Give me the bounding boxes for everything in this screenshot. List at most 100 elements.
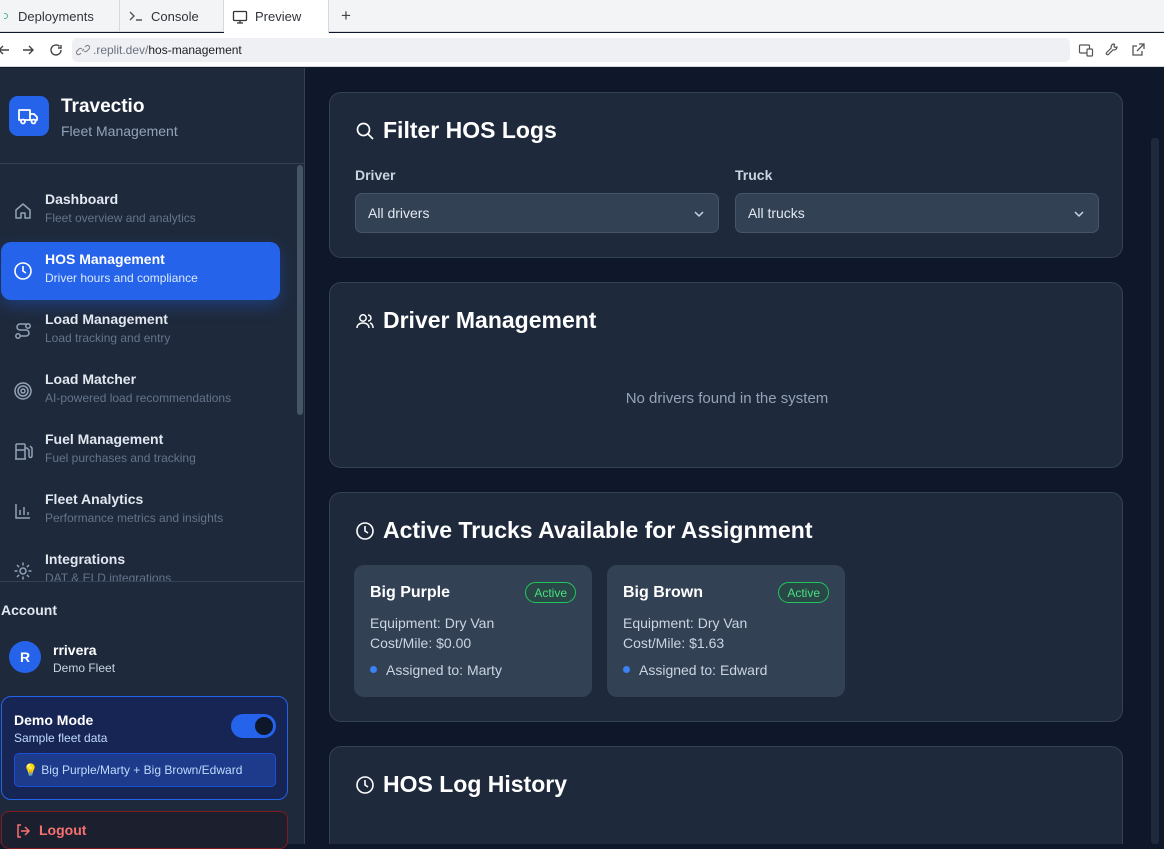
tab-deployments[interactable]: Deployments — [0, 0, 120, 32]
history-card-title: HOS Log History — [355, 771, 567, 798]
sidebar-item-load-management[interactable]: Load Management Load tracking and entry — [1, 302, 280, 360]
truck-name: Big Brown — [623, 584, 703, 601]
logout-button[interactable]: Logout — [1, 811, 288, 849]
tab-label: Console — [151, 8, 199, 24]
monitor-icon — [232, 9, 248, 25]
bar-chart-icon — [13, 501, 33, 521]
filter-card-title: Filter HOS Logs — [355, 117, 557, 144]
truck-select-value: All trucks — [748, 205, 805, 221]
arrow-right-icon — [23, 45, 34, 55]
sidebar-item-title: HOS Management — [45, 251, 165, 267]
external-link-icon — [1132, 43, 1145, 56]
reload-icon — [50, 44, 62, 56]
tab-label: Deployments — [18, 8, 94, 24]
trucks-title-text: Active Trucks Available for Assignment — [383, 517, 813, 543]
sidebar-item-dashboard[interactable]: Dashboard Fleet overview and analytics — [1, 182, 280, 240]
truck-card[interactable]: Big Purple Active Equipment: Dry Van Cos… — [354, 565, 592, 697]
sidebar-item-subtitle: DAT & ELD integrations — [45, 571, 172, 581]
driver-title-text: Driver Management — [383, 307, 597, 333]
avatar: R — [9, 641, 41, 673]
arrow-left-icon — [0, 45, 9, 55]
demo-mode-note: 💡 Big Purple/Marty + Big Brown/Edward — [14, 753, 276, 787]
clock-icon — [13, 261, 33, 281]
sidebar-scrollbar[interactable] — [297, 165, 303, 415]
deploy-icon — [4, 8, 12, 24]
sidebar-item-subtitle: Load tracking and entry — [45, 331, 171, 345]
address-bar: .replit.dev/hos-management — [0, 33, 1164, 67]
filter-hos-logs-card: Filter HOS Logs Driver All drivers Truck… — [329, 92, 1123, 258]
url-path: hos-management — [148, 43, 242, 57]
devices-icon — [1078, 44, 1094, 57]
driver-select[interactable]: All drivers — [355, 193, 719, 233]
devices-button[interactable] — [1077, 41, 1095, 59]
driver-card-title: Driver Management — [355, 307, 596, 334]
app-root: Travectio Fleet Management Dashboard Fle… — [0, 68, 1164, 849]
new-tab-button[interactable]: + — [336, 0, 356, 32]
filter-title-text: Filter HOS Logs — [383, 117, 557, 143]
tab-preview[interactable]: Preview — [224, 0, 329, 33]
chevron-down-icon — [694, 211, 704, 218]
logout-icon — [14, 822, 32, 840]
brand-header: Travectio Fleet Management — [0, 68, 304, 164]
demo-mode-panel: Demo Mode Sample fleet data 💡 Big Purple… — [1, 696, 288, 800]
back-button[interactable] — [0, 40, 14, 60]
sidebar-item-subtitle: Fuel purchases and tracking — [45, 451, 196, 465]
chevron-down-icon — [1074, 211, 1084, 218]
sidebar-item-fleet-analytics[interactable]: Fleet Analytics Performance metrics and … — [1, 482, 280, 540]
main-scrollbar[interactable] — [1151, 138, 1159, 844]
browser-tab-bar: Deployments Console Preview + — [0, 0, 1164, 33]
toggle-knob — [255, 717, 273, 735]
user-fleet: Demo Fleet — [53, 661, 116, 675]
status-badge: Active — [778, 582, 829, 603]
terminal-icon — [128, 8, 144, 24]
status-badge: Active — [525, 582, 576, 603]
assignment-dot — [623, 666, 630, 673]
sidebar-item-title: Fleet Analytics — [45, 491, 144, 507]
assignment-dot — [370, 666, 377, 673]
devtools-button[interactable] — [1103, 41, 1121, 59]
main-content: Filter HOS Logs Driver All drivers Truck… — [305, 68, 1164, 844]
truck-card[interactable]: Big Brown Active Equipment: Dry Van Cost… — [607, 565, 845, 697]
account-label: Account — [1, 602, 57, 618]
brand-name: Travectio — [61, 96, 145, 117]
target-icon — [13, 381, 33, 401]
sidebar-item-fuel-management[interactable]: Fuel Management Fuel purchases and track… — [1, 422, 280, 480]
sidebar-item-subtitle: Performance metrics and insights — [45, 511, 224, 525]
forward-button[interactable] — [18, 40, 38, 60]
sidebar: Travectio Fleet Management Dashboard Fle… — [0, 68, 305, 849]
sidebar-item-load-matcher[interactable]: Load Matcher AI-powered load recommendat… — [1, 362, 280, 420]
account-section: Account R rrivera Demo Fleet Demo Mode S… — [0, 581, 304, 849]
sidebar-nav: Dashboard Fleet overview and analytics H… — [0, 165, 304, 581]
sidebar-item-integrations[interactable]: Integrations DAT & ELD integrations — [1, 542, 280, 581]
url-field[interactable]: .replit.dev/hos-management — [72, 38, 1070, 62]
demo-mode-title: Demo Mode — [14, 712, 94, 728]
home-icon — [13, 201, 33, 221]
open-external-button[interactable] — [1129, 41, 1147, 59]
gear-icon — [13, 561, 33, 581]
sidebar-item-subtitle: Fleet overview and analytics — [45, 211, 196, 225]
sidebar-item-title: Fuel Management — [45, 431, 164, 447]
driver-label: Driver — [355, 167, 396, 183]
tab-console[interactable]: Console — [120, 0, 224, 32]
user-name: rrivera — [53, 642, 97, 658]
demo-mode-toggle[interactable] — [231, 714, 276, 738]
link-icon — [76, 44, 90, 56]
truck-label: Truck — [735, 167, 773, 183]
truck-equipment: Equipment: Dry Van — [623, 615, 748, 631]
sidebar-item-hos-management[interactable]: HOS Management Driver hours and complian… — [1, 242, 280, 300]
sidebar-item-title: Dashboard — [45, 191, 119, 207]
sidebar-item-subtitle: Driver hours and compliance — [45, 271, 198, 285]
driver-select-value: All drivers — [368, 205, 430, 221]
truck-name: Big Purple — [370, 584, 451, 601]
drivers-empty-state: No drivers found in the system — [625, 390, 829, 407]
truck-select[interactable]: All trucks — [735, 193, 1099, 233]
trucks-card-title: Active Trucks Available for Assignment — [355, 517, 812, 544]
sidebar-item-title: Integrations — [45, 551, 126, 567]
wrench-icon — [1105, 43, 1118, 56]
reload-button[interactable] — [46, 40, 66, 60]
hos-log-history-card: HOS Log History — [329, 746, 1123, 844]
sidebar-item-title: Load Management — [45, 311, 168, 327]
users-icon — [355, 311, 375, 331]
truck-cost: Cost/Mile: $1.63 — [623, 635, 725, 651]
truck-equipment: Equipment: Dry Van — [370, 615, 495, 631]
